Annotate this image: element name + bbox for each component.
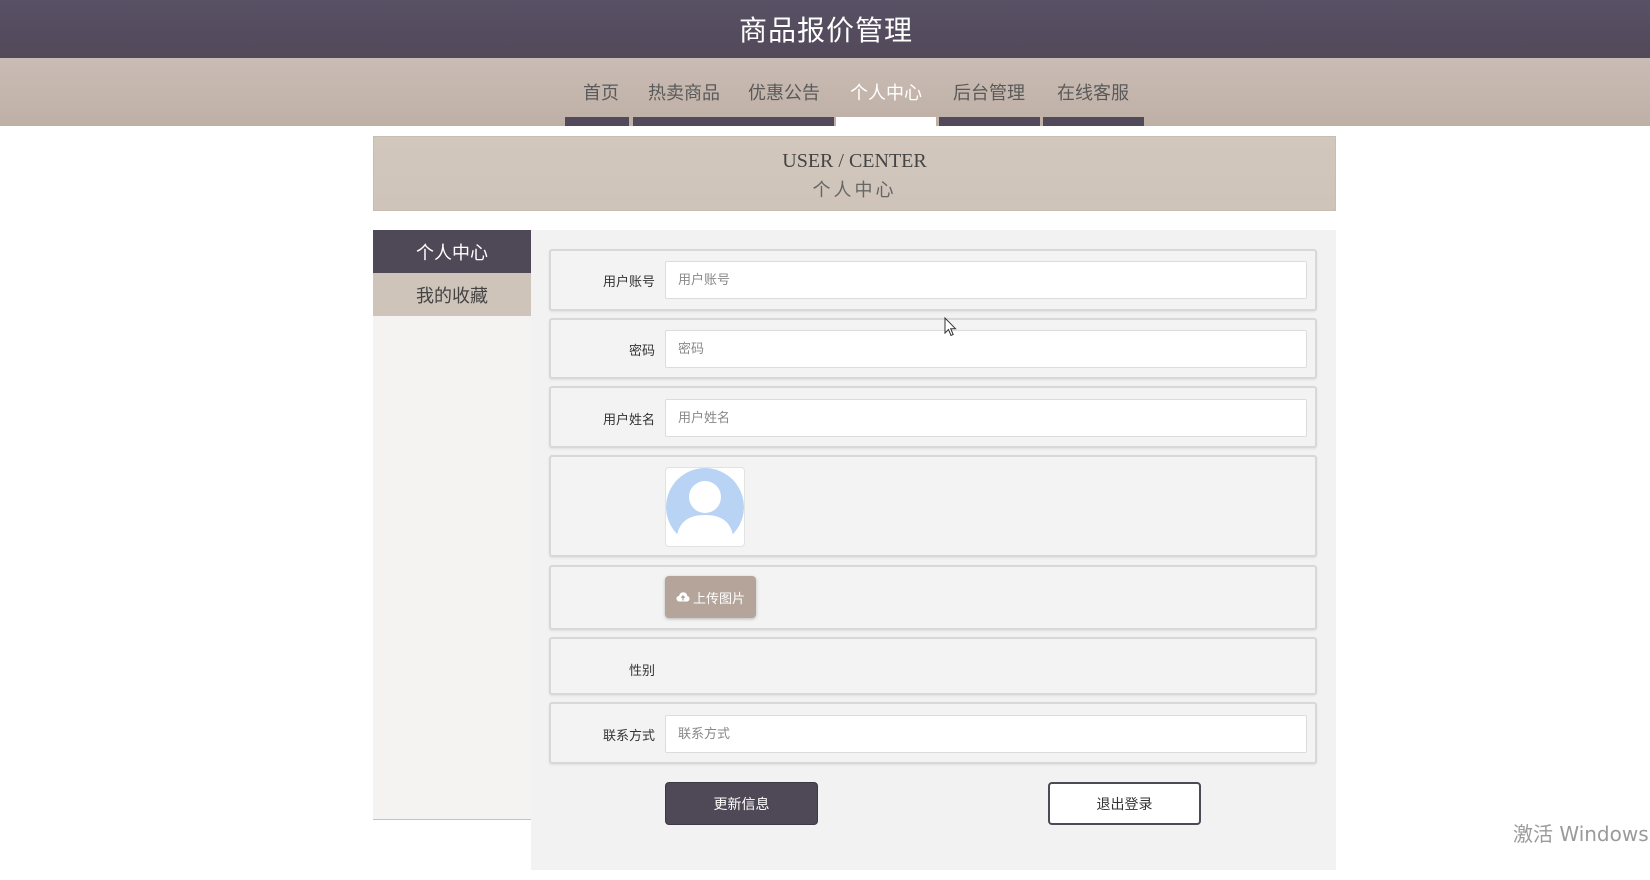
user-avatar-icon <box>666 468 744 546</box>
nav-underline <box>633 117 834 126</box>
realname-input[interactable] <box>665 399 1307 437</box>
contact-input[interactable] <box>665 715 1307 753</box>
nav-item-hot-products[interactable]: 热卖商品 <box>634 58 734 126</box>
mouse-cursor-icon <box>944 317 957 337</box>
username-label: 用户账号 <box>602 275 655 290</box>
banner-title-cn: 个人中心 <box>812 180 897 200</box>
nav-item-promotions[interactable]: 优惠公告 <box>734 58 834 126</box>
realname-label: 用户姓名 <box>602 413 655 428</box>
form-row-contact: 联系方式 <box>549 702 1317 764</box>
nav-item-home[interactable]: 首页 <box>568 58 634 126</box>
update-info-button[interactable]: 更新信息 <box>665 782 818 825</box>
windows-activation-watermark: 激活 Windows <box>1513 822 1649 846</box>
sidebar: 个人中心 我的收藏 <box>373 230 531 820</box>
gender-label: 性别 <box>628 664 655 679</box>
nav-item-admin[interactable]: 后台管理 <box>939 58 1039 126</box>
upload-image-button[interactable]: 上传图片 <box>665 576 756 618</box>
banner-title-en: USER / CENTER <box>782 150 927 172</box>
form-row-avatar <box>549 455 1317 557</box>
nav-underline <box>939 117 1040 126</box>
sidebar-item-user-center[interactable]: 个人中心 <box>373 230 531 273</box>
nav-underline <box>1043 117 1144 126</box>
password-label: 密码 <box>628 344 655 359</box>
form-row-password: 密码 <box>549 318 1317 379</box>
sidebar-item-favorites[interactable]: 我的收藏 <box>373 273 531 316</box>
nav-item-customer-service[interactable]: 在线客服 <box>1043 58 1143 126</box>
form-row-upload: 上传图片 <box>549 565 1317 630</box>
site-title: 商品报价管理 <box>738 14 913 47</box>
nav-item-user-center[interactable]: 个人中心 <box>836 58 936 126</box>
form-row-gender: 性别 <box>549 637 1317 695</box>
avatar[interactable] <box>665 467 745 547</box>
section-banner: USER / CENTER 个人中心 <box>373 136 1336 211</box>
cloud-upload-icon <box>676 592 690 602</box>
form-row-realname: 用户姓名 <box>549 386 1317 448</box>
contact-label: 联系方式 <box>602 729 655 744</box>
top-header: 商品报价管理 <box>0 0 1650 58</box>
nav-underline <box>565 117 629 126</box>
logout-button[interactable]: 退出登录 <box>1048 782 1201 825</box>
nav-underline-active <box>836 117 936 126</box>
username-input[interactable] <box>665 261 1307 299</box>
form-row-username: 用户账号 <box>549 249 1317 311</box>
upload-button-label: 上传图片 <box>692 591 745 607</box>
main-nav: 首页 热卖商品 优惠公告 个人中心 后台管理 在线客服 <box>0 58 1650 126</box>
password-input[interactable] <box>665 330 1307 368</box>
